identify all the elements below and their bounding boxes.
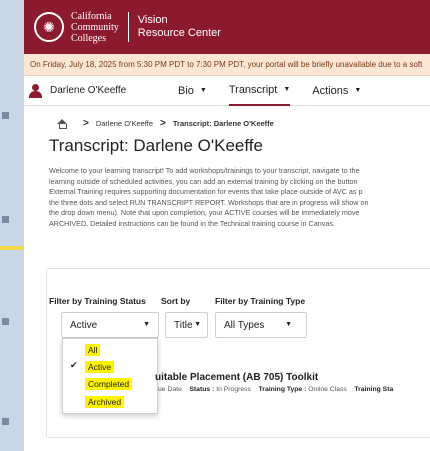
chevron-down-icon: ▼	[283, 86, 291, 93]
chevron-down-icon: ▼	[194, 321, 201, 328]
breadcrumb-separator-icon: >	[83, 118, 89, 129]
desktop-icon	[2, 418, 9, 425]
logo-line: Community	[71, 21, 119, 33]
intro-line: learning outside of scheduled activities…	[49, 176, 358, 186]
logo-divider	[127, 12, 129, 42]
home-icon[interactable]	[56, 118, 68, 129]
breadcrumb: > Darlene O'Keeffe > Transcript: Darlene…	[34, 118, 430, 129]
type-filter-value: All Types	[224, 319, 265, 331]
status-option-active[interactable]: ✔ Active	[63, 360, 159, 375]
user-menu[interactable]: Darlene O'Keeffe	[24, 83, 174, 98]
nav-actions[interactable]: Actions ▼	[312, 76, 361, 106]
site-name-line: Vision	[137, 14, 168, 26]
sort-select[interactable]: Title ▼	[165, 312, 208, 338]
logo-line: California	[71, 10, 112, 22]
notice-text: On Friday, July 18, 2025 from 5:30 PM PD…	[30, 60, 423, 69]
site-name-line: Resource Center	[137, 27, 221, 39]
site-name[interactable]: Vision Resource Center	[138, 14, 221, 40]
intro-text: Welcome to your learning transcript! To …	[49, 166, 430, 229]
training-type-label: Training Type :	[258, 386, 307, 393]
status-dropdown-menu: All ✔ Active Completed Archived	[62, 338, 158, 414]
top-header: ✺ California Community Colleges Vision R…	[24, 0, 430, 54]
logo-line: Colleges	[71, 32, 106, 44]
status-option-label: All	[85, 344, 101, 356]
intro-line: External Training requires supporting do…	[49, 187, 363, 196]
intro-line: the three dots and select RUN TRANSCRIPT…	[49, 197, 369, 207]
course-title-link[interactable]: uitable Placement (AB 705) Toolkit	[155, 372, 318, 383]
status-label: Status :	[189, 386, 215, 393]
status-option-archived[interactable]: Archived	[63, 395, 159, 410]
due-date-label: ue Date	[158, 386, 182, 393]
breadcrumb-current: Transcript: Darlene O'Keeffe	[172, 119, 274, 128]
user-name: Darlene O'Keeffe	[50, 85, 127, 96]
status-filter-value: Active	[70, 319, 98, 331]
desktop-icon	[2, 112, 9, 119]
desktop-background-strip	[0, 0, 24, 451]
training-status-label: Training Sta	[354, 386, 394, 393]
user-avatar-icon	[28, 83, 42, 98]
college-seal-icon[interactable]: ✺	[34, 12, 64, 42]
training-type-value: Online Class	[308, 386, 347, 393]
chevron-down-icon: ▼	[285, 321, 292, 328]
nav-transcript[interactable]: Transcript ▼	[228, 76, 291, 106]
intro-line: Welcome to your learning transcript! To …	[49, 166, 360, 175]
breadcrumb-separator-icon: >	[160, 118, 166, 129]
status-filter-select[interactable]: Active ▼	[61, 312, 159, 338]
chevron-down-icon: ▼	[199, 87, 207, 94]
status-filter-label: Filter by Training Status	[49, 296, 146, 306]
check-icon: ✔	[70, 360, 78, 370]
status-option-label: Completed	[85, 378, 133, 390]
chevron-down-icon: ▼	[354, 87, 362, 94]
nav-actions-label: Actions	[312, 84, 349, 97]
status-option-label: Archived	[85, 396, 125, 408]
page-title: Transcript: Darlene O'Keeffe	[49, 136, 263, 155]
sort-value: Title	[174, 319, 193, 331]
maintenance-notice: On Friday, July 18, 2025 from 5:30 PM PD…	[24, 54, 430, 76]
status-value: In Progress	[216, 386, 251, 393]
intro-line: ARCHIVED. Detailed instructions can be f…	[49, 218, 335, 228]
desktop-highlight-bar	[0, 246, 24, 250]
nav-bio[interactable]: Bio ▼	[178, 76, 207, 106]
college-logo-text[interactable]: California Community Colleges	[71, 11, 119, 44]
status-option-all[interactable]: All	[63, 343, 159, 358]
nav-transcript-label: Transcript	[228, 83, 278, 96]
intro-line: the drop down menu). Note that upon comp…	[49, 208, 360, 217]
type-filter-select[interactable]: All Types ▼	[215, 312, 307, 338]
main-nav: Darlene O'Keeffe Bio ▼ Transcript ▼ Acti…	[24, 76, 430, 106]
type-filter-label: Filter by Training Type	[215, 296, 306, 306]
nav-bio-label: Bio	[178, 84, 194, 97]
status-option-label: Active	[85, 361, 115, 373]
sort-label: Sort by	[161, 296, 191, 306]
status-option-completed[interactable]: Completed	[63, 377, 159, 392]
desktop-icon	[2, 216, 9, 223]
main-content: > Darlene O'Keeffe > Transcript: Darlene…	[24, 106, 430, 229]
desktop-icon	[2, 318, 9, 325]
course-meta: ue Date Status : In Progress Training Ty…	[158, 386, 393, 393]
chevron-down-icon: ▼	[143, 321, 150, 328]
breadcrumb-user[interactable]: Darlene O'Keeffe	[96, 119, 153, 128]
